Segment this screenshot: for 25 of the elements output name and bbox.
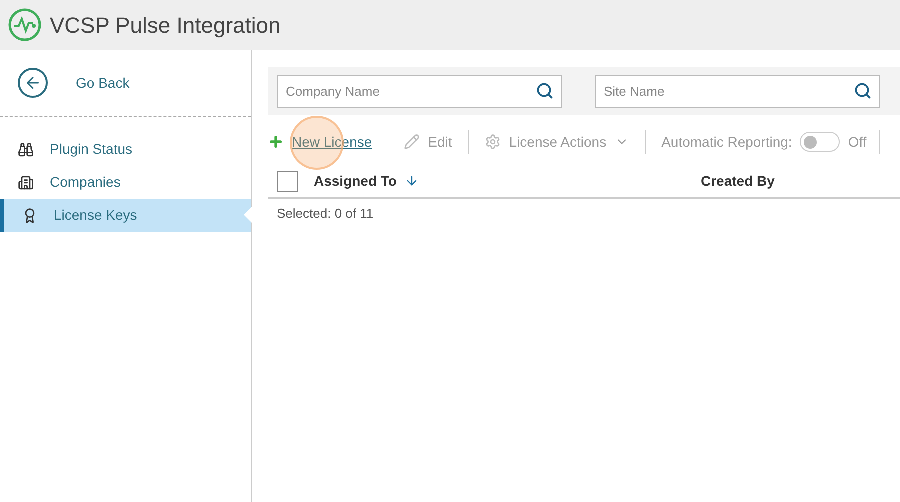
search-field[interactable]: Company Name — [277, 74, 562, 108]
search-field[interactable]: Site Name — [595, 74, 880, 108]
sidebar-item[interactable]: Companies — [0, 166, 251, 199]
selection-count: Selected: 0 of 11 — [277, 205, 374, 224]
selection-pointer — [244, 207, 252, 223]
gear-icon — [485, 134, 502, 150]
go-back-button[interactable]: Go Back — [0, 50, 251, 116]
plus-icon — [268, 134, 284, 150]
automatic-reporting-label: Automatic Reporting: — [662, 132, 792, 152]
select-all-checkbox[interactable] — [277, 170, 298, 192]
sort-arrow-icon — [404, 174, 419, 188]
pencil-icon — [404, 134, 420, 150]
column-header[interactable]: Created By — [701, 170, 775, 192]
new-license-link[interactable]: New License — [292, 132, 372, 152]
app-title: VCSP Pulse Integration — [50, 12, 281, 40]
pulse-logo-icon — [8, 8, 42, 42]
binoculars-icon — [18, 142, 34, 158]
search-icon — [854, 82, 872, 100]
sidebar-item[interactable]: Plugin Status — [0, 133, 251, 166]
toggle-state-label: Off — [848, 132, 867, 152]
sidebar-item[interactable]: License Keys — [0, 199, 251, 232]
search-icon — [536, 82, 554, 100]
toggle-switch[interactable] — [800, 132, 840, 152]
buildings-icon — [18, 174, 34, 190]
column-header[interactable]: Assigned To — [314, 170, 419, 192]
